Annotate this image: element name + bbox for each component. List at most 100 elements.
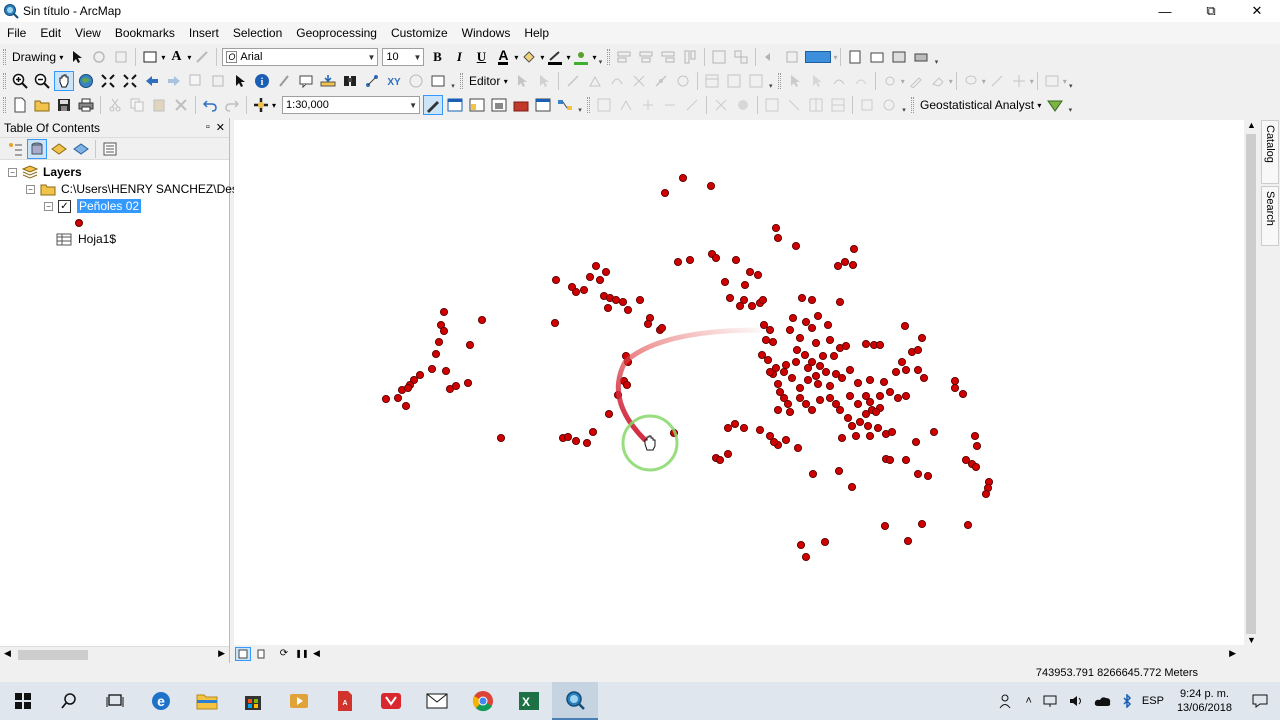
point-feature[interactable] (735, 301, 745, 311)
point-feature[interactable] (807, 405, 817, 415)
modelbuilder-icon[interactable] (555, 95, 575, 115)
point-feature[interactable] (897, 357, 907, 367)
excel-icon[interactable]: X (506, 682, 552, 720)
fixed-zoom-out-icon[interactable] (120, 71, 140, 91)
minimize-button[interactable]: — (1142, 0, 1188, 22)
forward-extent-icon[interactable] (164, 71, 184, 91)
point-feature[interactable] (901, 365, 911, 375)
point-feature[interactable] (585, 272, 595, 282)
scroll-right-icon[interactable]: ▶ (1229, 648, 1236, 659)
point-feature[interactable] (837, 373, 847, 383)
point-feature[interactable] (825, 381, 835, 391)
volume-icon[interactable] (1063, 694, 1089, 708)
align-edge-icon[interactable] (660, 95, 680, 115)
snapping-icon[interactable] (880, 71, 900, 91)
point-feature[interactable] (781, 435, 791, 445)
point-feature[interactable] (800, 350, 810, 360)
point-feature[interactable] (618, 297, 628, 307)
menu-geoprocessing[interactable]: Geoprocessing (289, 22, 384, 44)
group-icon[interactable] (709, 47, 729, 67)
rectangle-icon[interactable] (140, 47, 160, 67)
point-feature[interactable] (821, 367, 831, 377)
map-canvas[interactable] (234, 120, 1244, 645)
point-feature[interactable] (820, 537, 830, 547)
point-feature[interactable] (880, 521, 890, 531)
point-feature[interactable] (769, 437, 779, 447)
point-feature[interactable] (725, 293, 735, 303)
fill-color-icon[interactable] (519, 47, 539, 67)
point-feature[interactable] (730, 419, 740, 429)
clear-selection-icon[interactable] (208, 71, 228, 91)
pdf-app-icon[interactable]: A (322, 682, 368, 720)
delete-icon[interactable] (171, 95, 191, 115)
copy-parallel-icon[interactable] (857, 95, 877, 115)
point-feature[interactable] (791, 241, 801, 251)
point-feature[interactable] (739, 423, 749, 433)
point-feature[interactable] (803, 363, 813, 373)
point-feature[interactable] (747, 301, 757, 311)
underline-button[interactable]: U (471, 47, 491, 67)
paste-icon[interactable] (149, 95, 169, 115)
eraser-icon[interactable] (928, 71, 948, 91)
point-feature[interactable] (550, 318, 560, 328)
scroll-right-icon[interactable]: ▶ (218, 648, 225, 659)
list-by-source-icon[interactable] (27, 138, 47, 159)
pencil-icon[interactable] (906, 71, 926, 91)
point-feature[interactable] (595, 275, 605, 285)
point-feature[interactable] (811, 338, 821, 348)
highlight-color-icon[interactable] (804, 47, 832, 67)
taskbar-clock[interactable]: 9:24 p. m. 13/06/2018 (1169, 687, 1240, 715)
toolbar-grip[interactable] (460, 73, 463, 89)
point-feature[interactable] (720, 277, 730, 287)
copy-icon[interactable] (127, 95, 147, 115)
point-feature[interactable] (851, 431, 861, 441)
pin-icon[interactable]: ▫ (206, 121, 210, 134)
point-feature[interactable] (571, 436, 581, 446)
toc-close-button[interactable]: ✕ (216, 121, 225, 134)
chrome-icon[interactable] (460, 682, 506, 720)
point-feature[interactable] (731, 255, 741, 265)
pause-drawing-icon[interactable]: ❚❚ (294, 647, 310, 661)
bring-to-front-icon[interactable] (760, 47, 780, 67)
toolbar-overflow-icon[interactable]: ▾ (1067, 72, 1075, 90)
move-icon[interactable] (1009, 71, 1029, 91)
toolbar-grip[interactable] (3, 73, 6, 89)
list-by-drawing-order-icon[interactable] (5, 139, 25, 159)
point-feature[interactable] (477, 315, 487, 325)
red-app-icon[interactable] (368, 682, 414, 720)
action-center-icon[interactable] (1240, 694, 1280, 708)
point-feature[interactable] (563, 432, 573, 442)
collapse-icon[interactable]: − (8, 167, 17, 177)
menu-customize[interactable]: Customize (384, 22, 455, 44)
point-feature[interactable] (853, 378, 863, 388)
point-feature[interactable] (403, 383, 413, 393)
point-feature[interactable] (917, 333, 927, 343)
point-feature[interactable] (875, 340, 885, 350)
chevron-down-icon[interactable]: ▾ (187, 53, 191, 62)
point-feature[interactable] (795, 393, 805, 403)
tree-row-layer[interactable]: − ✓ Peñoles 02 (44, 198, 142, 214)
point-feature[interactable] (913, 345, 923, 355)
point-feature[interactable] (863, 421, 873, 431)
point-feature[interactable] (393, 393, 403, 403)
reshape-icon[interactable] (607, 71, 627, 91)
point-feature[interactable] (971, 462, 981, 472)
point-feature[interactable] (603, 303, 613, 313)
save-icon[interactable] (54, 95, 74, 115)
toolbar-overflow-icon[interactable]: ▾ (576, 96, 584, 114)
align-center-icon[interactable] (636, 47, 656, 67)
point-feature[interactable] (434, 337, 444, 347)
point-feature[interactable] (801, 399, 811, 409)
start-button[interactable] (0, 682, 46, 720)
sphere-icon[interactable] (733, 95, 753, 115)
print-icon[interactable] (76, 95, 96, 115)
point-feature[interactable] (791, 357, 801, 367)
chevron-down-icon[interactable]: ▾ (949, 77, 953, 86)
chevron-down-icon[interactable]: ▾ (161, 53, 165, 62)
point-feature[interactable] (793, 443, 803, 453)
tree-row-folder[interactable]: − C:\Users\HENRY SANCHEZ\Deskt (26, 181, 247, 197)
menu-help[interactable]: Help (517, 22, 556, 44)
point-feature[interactable] (771, 363, 781, 373)
topology-edit-icon[interactable] (711, 95, 731, 115)
georef-rotate-icon[interactable] (807, 71, 827, 91)
